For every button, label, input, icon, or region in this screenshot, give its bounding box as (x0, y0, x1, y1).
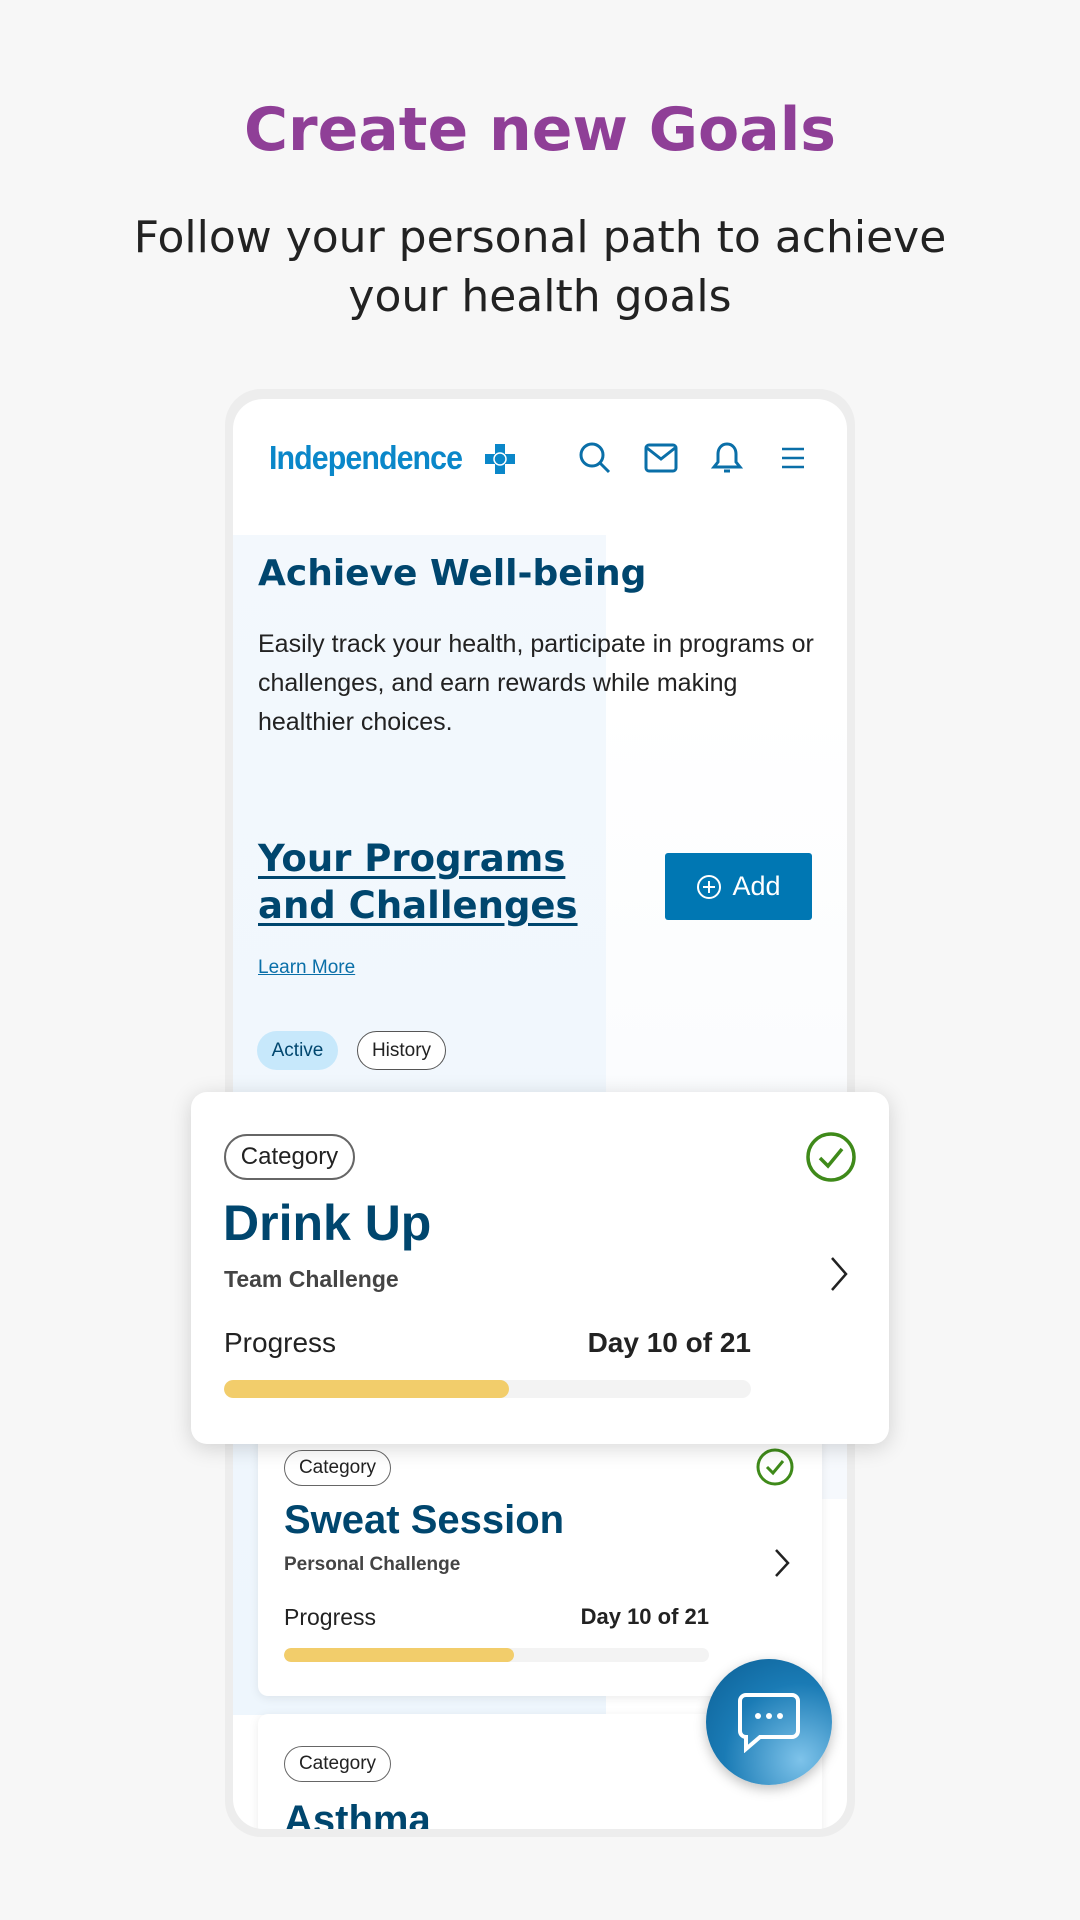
progress-text: Day 10 of 21 (587, 1327, 751, 1358)
intro-text: Easily track your health, participate in… (258, 630, 814, 736)
check-circle-icon (806, 1132, 856, 1182)
category-badge: Category (284, 1746, 391, 1782)
search-icon[interactable] (578, 441, 612, 475)
page-title: Create new Goals (243, 95, 837, 165)
program-card[interactable]: Category Sweat Session Personal Challeng… (258, 1432, 822, 1696)
plus-circle-icon (697, 874, 722, 899)
logo-cross-icon (485, 444, 515, 474)
chevron-right-icon[interactable] (772, 1548, 792, 1578)
mail-icon[interactable] (644, 441, 678, 475)
chat-button[interactable] (706, 1659, 832, 1785)
section-heading: Achieve Well-being (258, 553, 647, 594)
card-title: Sweat Session (284, 1498, 565, 1542)
category-badge: Category (224, 1134, 355, 1180)
category-badge: Category (284, 1450, 391, 1486)
progress-fill (224, 1380, 509, 1398)
card-subtitle: Personal Challenge (284, 1554, 461, 1575)
page-subtitle: Follow your personal path to achieve you… (133, 212, 947, 322)
add-label: Add (732, 871, 781, 901)
tab-active[interactable]: Active (257, 1031, 338, 1070)
card-title: Drink Up (223, 1195, 432, 1251)
card-title: Asthma (284, 1798, 431, 1829)
progress-bar (284, 1648, 709, 1662)
progress-bar (224, 1380, 751, 1398)
card-subtitle: Team Challenge (224, 1266, 399, 1292)
check-circle-icon (756, 1448, 794, 1486)
learn-more-link[interactable]: Learn More (258, 957, 355, 979)
chevron-right-icon[interactable] (828, 1256, 850, 1292)
program-card-featured[interactable]: Category Drink Up Team Challenge Progres… (191, 1092, 889, 1444)
progress-text: Day 10 of 21 (580, 1604, 709, 1629)
progress-fill (284, 1648, 514, 1662)
chat-bubble-icon (738, 1693, 800, 1753)
menu-icon[interactable] (776, 441, 810, 475)
add-button[interactable]: Add (665, 853, 812, 920)
programs-heading-link[interactable]: Your Programs and Challenges (258, 835, 588, 929)
logo[interactable]: Independence (269, 439, 463, 477)
tab-history[interactable]: History (357, 1031, 446, 1070)
bell-icon[interactable] (710, 441, 744, 475)
